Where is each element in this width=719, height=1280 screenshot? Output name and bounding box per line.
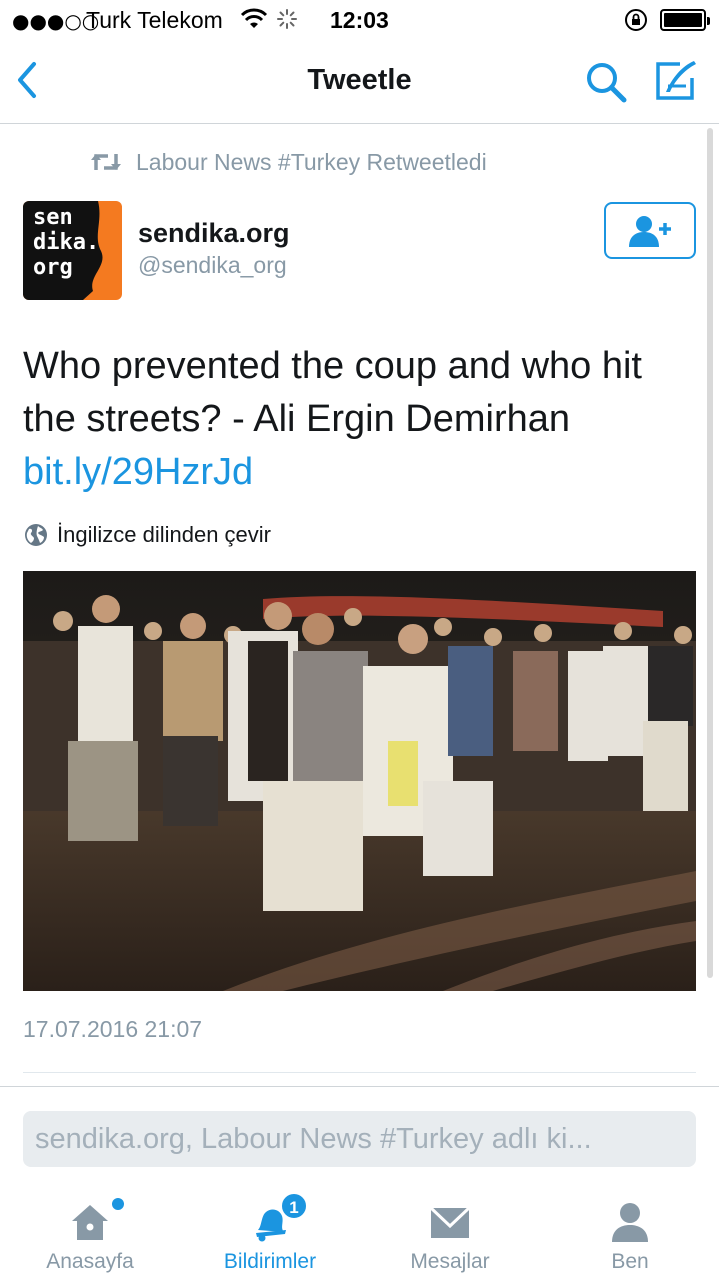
mail-icon [429, 1206, 471, 1238]
tab-label: Anasayfa [46, 1250, 134, 1273]
search-icon[interactable] [584, 60, 628, 104]
tab-label: Ben [611, 1250, 649, 1273]
home-icon [72, 1205, 108, 1240]
tweet-body: Who prevented the coup and who hit the s… [23, 345, 642, 440]
globe-icon [25, 524, 47, 546]
avatar-line: org [33, 255, 73, 280]
avatar[interactable]: sen dika. org [23, 201, 122, 300]
battery-icon [660, 9, 710, 31]
translate-button[interactable]: İngilizce dilinden çevir [24, 522, 271, 548]
tweet-text: Who prevented the coup and who hit the s… [23, 340, 693, 499]
street-march-photo [23, 571, 696, 991]
translate-label: İngilizce dilinden çevir [57, 522, 271, 547]
tab-notifications[interactable]: 1 Bildirimler [180, 1184, 360, 1280]
tab-messages[interactable]: Mesajlar [360, 1184, 540, 1280]
follow-button[interactable] [604, 202, 696, 259]
status-bar: ●●●○○ Turk Telekom 12:03 [0, 0, 719, 40]
avatar-line: sen [33, 205, 73, 230]
person-icon [612, 1203, 648, 1242]
tab-label: Mesajlar [410, 1250, 490, 1273]
author-name[interactable]: sendika.org [138, 218, 290, 249]
divider [23, 1072, 696, 1073]
new-content-dot [112, 1198, 124, 1210]
retweet-context[interactable]: Labour News #Turkey Retweetledi [90, 146, 487, 178]
tweet-photo[interactable] [23, 571, 696, 991]
avatar-logo-text: sen dika. org [33, 205, 99, 280]
add-person-icon [629, 215, 671, 247]
tweet-timestamp: 17.07.2016 21:07 [23, 1016, 203, 1042]
navigation-bar: Tweetle [0, 40, 719, 124]
tab-home[interactable]: Anasayfa [0, 1184, 180, 1280]
reply-input[interactable]: sendika.org, Labour News #Turkey adlı ki… [23, 1111, 696, 1167]
scrollbar[interactable] [707, 128, 713, 978]
tweet-link[interactable]: bit.ly/29HzrJd [23, 451, 253, 493]
activity-spinner-icon [277, 9, 297, 29]
clock: 12:03 [330, 7, 389, 33]
avatar-line: dika. [33, 230, 100, 255]
author-handle[interactable]: @sendika_org [138, 252, 287, 279]
tab-me[interactable]: Ben [540, 1184, 719, 1280]
tab-label: Bildirimler [223, 1250, 317, 1273]
divider [0, 1086, 719, 1087]
notification-badge: 1 [280, 1192, 308, 1220]
retweet-context-label: Labour News #Turkey Retweetledi [136, 148, 487, 175]
retweet-icon [91, 154, 121, 170]
rotation-lock-icon [625, 9, 647, 31]
tab-bar: Anasayfa 1 Bildirimler Mesajlar Ben [0, 1184, 719, 1280]
wifi-icon [240, 8, 268, 28]
carrier-name: Turk Telekom [86, 7, 223, 33]
compose-tweet-icon[interactable] [652, 58, 698, 104]
